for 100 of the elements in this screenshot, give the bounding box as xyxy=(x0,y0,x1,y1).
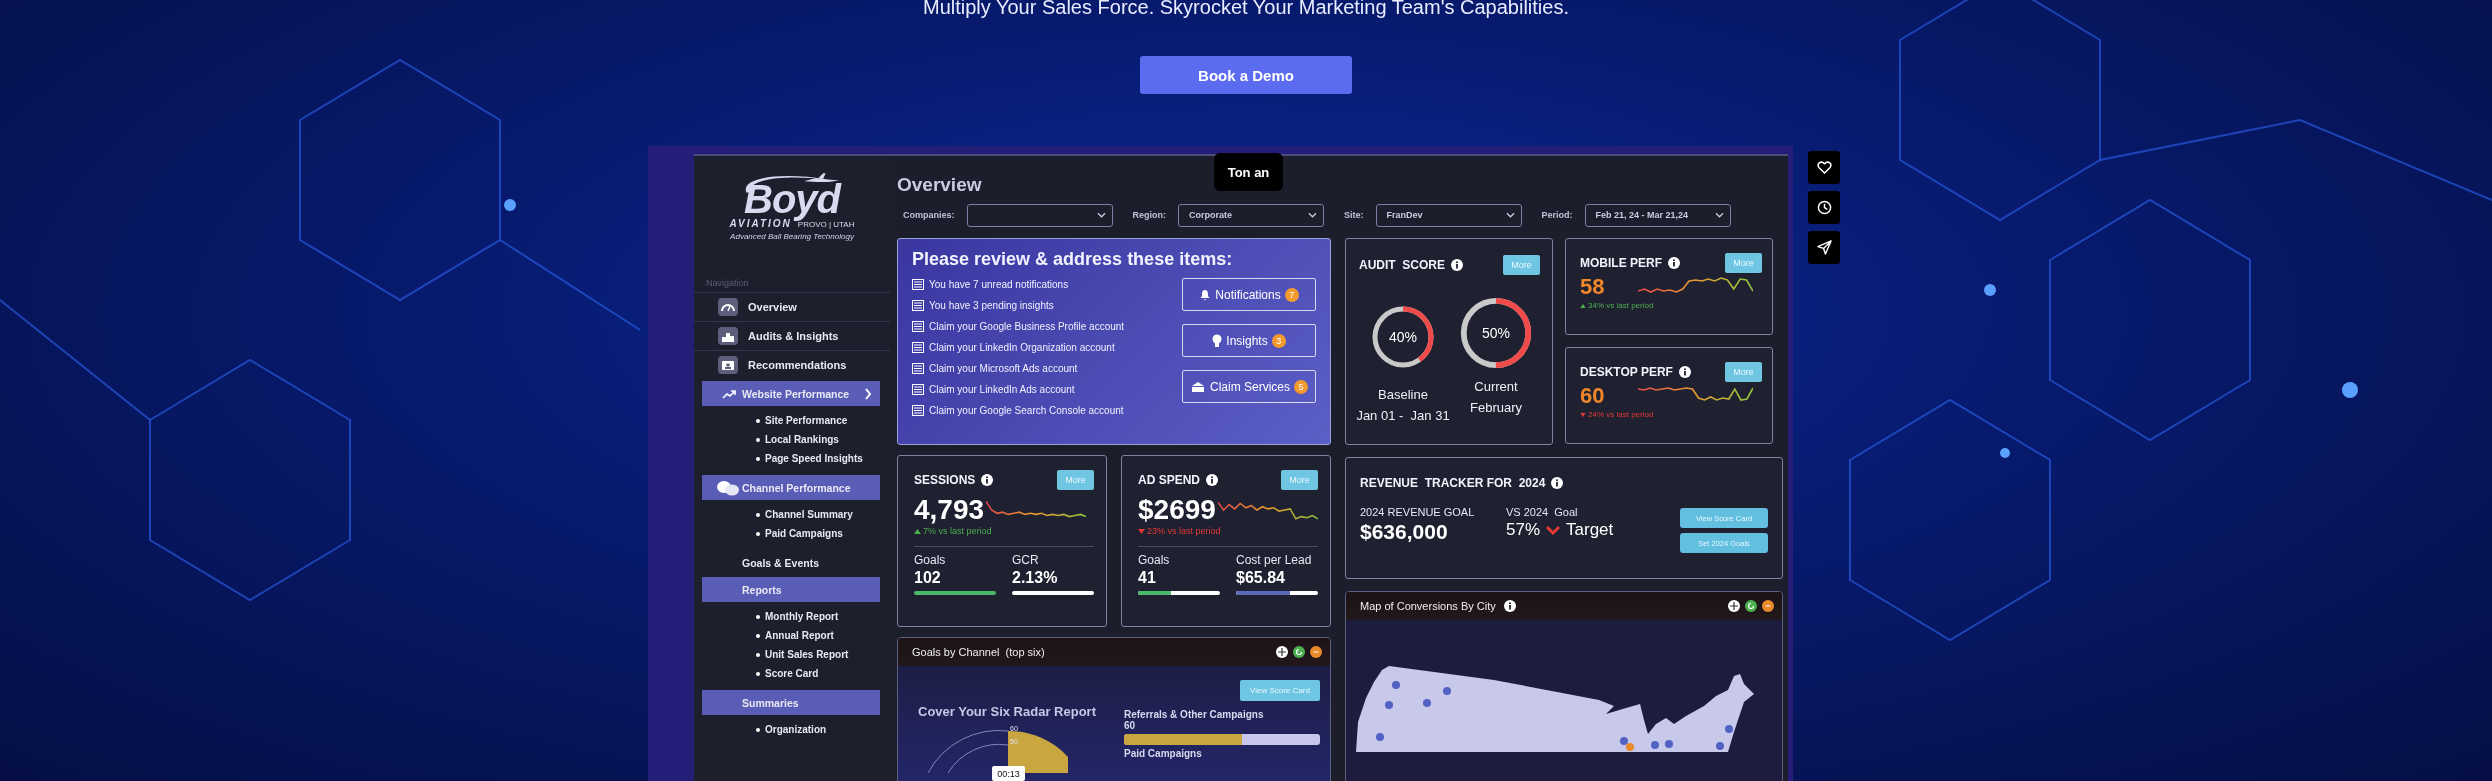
metric-label: GCR xyxy=(1012,553,1040,567)
sidebar-item[interactable]: Recommendations xyxy=(694,350,890,379)
sidebar-group[interactable]: Goals & Events xyxy=(702,550,880,575)
history-button[interactable] xyxy=(1808,191,1840,224)
triangle-up-icon xyxy=(914,529,921,534)
nav-section-label: Navigation xyxy=(705,278,750,290)
gauge-percent: 40% xyxy=(1389,329,1417,345)
review-item[interactable]: Claim your Google Business Profile account xyxy=(929,321,1125,332)
list-icon xyxy=(912,405,924,416)
channel-name: Referrals & Other Campaigns xyxy=(1123,709,1264,720)
gauge-label: Baseline xyxy=(1378,387,1428,402)
review-item[interactable]: Claim your Microsoft Ads account xyxy=(929,363,1078,374)
gauge-percent: 50% xyxy=(1482,325,1510,341)
bell-icon xyxy=(1199,288,1212,301)
glow-dot xyxy=(1984,284,1996,296)
channel-name: Paid Campaigns xyxy=(1123,748,1202,759)
sidebar-item[interactable]: Audits & Insights xyxy=(694,321,890,350)
book-demo-button[interactable]: Book a Demo xyxy=(1140,56,1352,94)
review-item[interactable]: You have 7 unread notifications xyxy=(929,279,1069,290)
change-text: 24% vs last period xyxy=(1580,410,1762,424)
review-item[interactable]: Claim your LinkedIn Organization account xyxy=(929,342,1115,353)
revenue-goal-value: $636,000 xyxy=(1360,520,1449,544)
gauge-period: Jan 01 - Jan 31 xyxy=(1356,408,1450,423)
sidebar-item-label: Overview xyxy=(748,301,797,313)
change-text: 7% vs last period xyxy=(914,526,1094,540)
info-icon xyxy=(981,474,994,486)
info-icon xyxy=(1668,257,1680,269)
action-button[interactable]: Claim Services 5 xyxy=(1182,370,1316,403)
move-icon[interactable] xyxy=(1728,600,1740,612)
sidebar-group[interactable]: Website Performance xyxy=(702,381,880,406)
info-icon xyxy=(1206,474,1218,486)
sidebar-subitem[interactable]: Annual Report xyxy=(694,626,890,645)
change-text: 34% vs last period xyxy=(1580,301,1762,315)
sidebar-subitem[interactable]: Monthly Report xyxy=(694,607,890,626)
gauge-period: February xyxy=(1470,400,1522,415)
filter-label: Period: xyxy=(1541,210,1573,220)
card-title: AUDIT SCORE xyxy=(1359,258,1445,272)
sidebar-subitem[interactable]: Site Performance xyxy=(694,411,890,430)
action-button[interactable]: Insights 3 xyxy=(1182,324,1316,357)
filter-dropdown[interactable] xyxy=(966,203,1113,227)
chevron-right-icon xyxy=(864,387,872,400)
vs-goal-target: Target xyxy=(1566,520,1614,540)
move-icon[interactable] xyxy=(1276,646,1288,658)
sidebar-item[interactable]: Overview xyxy=(694,292,890,321)
share-button[interactable] xyxy=(1808,231,1840,264)
filter-dropdown[interactable]: Feb 21, 24 - Mar 21,24 xyxy=(1584,203,1731,227)
filter-dropdown[interactable]: FranDev xyxy=(1375,203,1522,227)
filter-label: Region: xyxy=(1132,210,1166,220)
channel-value: 60 xyxy=(1123,720,1136,731)
metric-value: 2.13% xyxy=(1012,569,1059,587)
filter-dropdown[interactable]: Corporate xyxy=(1178,203,1324,227)
sidebar-group-label: Reports xyxy=(742,583,782,596)
radar-title: Cover Your Six Radar Report xyxy=(918,704,1096,719)
kpi-value: 4,793 xyxy=(914,494,985,526)
glow-dot xyxy=(504,199,516,211)
gauge-label: Current xyxy=(1474,379,1518,394)
review-item[interactable]: You have 3 pending insights xyxy=(929,300,1054,311)
minimize-icon[interactable] xyxy=(1310,646,1322,658)
sidebar-subitem[interactable]: Score Card xyxy=(694,664,890,683)
sidebar-subitem[interactable]: Paid Campaigns xyxy=(694,524,890,543)
chat-bubbles-icon xyxy=(716,479,740,496)
podium-icon xyxy=(718,327,738,345)
metric-value: 41 xyxy=(1138,569,1157,587)
list-icon xyxy=(912,342,924,353)
logo-tagline: Advanced Ball Bearing Technology xyxy=(730,232,854,241)
heart-icon xyxy=(1816,161,1832,174)
revenue-goal-label: 2024 REVENUE GOAL xyxy=(1360,506,1476,518)
like-button[interactable] xyxy=(1808,151,1840,184)
review-item[interactable]: Claim your Google Search Console account xyxy=(929,405,1124,416)
sidebar-subitem[interactable]: Page Speed Insights xyxy=(694,449,890,468)
sidebar-subitem[interactable]: Unit Sales Report xyxy=(694,645,890,664)
logo-location: PROVO | UTAH xyxy=(797,220,855,229)
refresh-icon[interactable] xyxy=(1293,646,1305,658)
refresh-icon[interactable] xyxy=(1745,600,1757,612)
page-title: Overview xyxy=(897,174,983,197)
sidebar-subitem[interactable]: Channel Summary xyxy=(694,505,890,524)
count-badge: 5 xyxy=(1294,379,1308,394)
trend-up-icon xyxy=(722,388,736,399)
filter-label: Companies: xyxy=(903,210,955,220)
sidebar-group[interactable]: Summaries xyxy=(702,690,880,715)
sidebar-subitem[interactable]: Local Rankings xyxy=(694,430,890,449)
hero-headline: Multiply Your Sales Force. Skyrocket Your Marketing Team's Capabilities. xyxy=(923,0,1569,17)
minimize-icon[interactable] xyxy=(1762,600,1774,612)
list-icon xyxy=(912,279,924,290)
sidebar-item-label: Recommendations xyxy=(748,359,847,371)
clock-icon xyxy=(1816,200,1832,215)
caret-icon xyxy=(1714,212,1724,218)
sidebar-subitem[interactable]: Organization xyxy=(694,720,890,739)
card-title: AD SPEND xyxy=(1138,473,1200,487)
sidebar-group[interactable]: Channel Performance xyxy=(702,475,880,500)
metric-value: $65.84 xyxy=(1236,569,1286,587)
glow-dot xyxy=(2342,382,2358,398)
paper-plane-icon xyxy=(1816,240,1832,255)
panel-title: Goals by Channel (top six) xyxy=(912,646,1045,658)
tooltip: Ton an xyxy=(1214,153,1283,191)
sidebar-group[interactable]: Reports xyxy=(702,577,880,602)
review-item[interactable]: Claim your LinkedIn Ads account xyxy=(929,384,1075,395)
caret-icon xyxy=(1096,212,1106,218)
action-button[interactable]: Notifications 7 xyxy=(1182,278,1316,311)
caret-icon xyxy=(1308,212,1317,218)
